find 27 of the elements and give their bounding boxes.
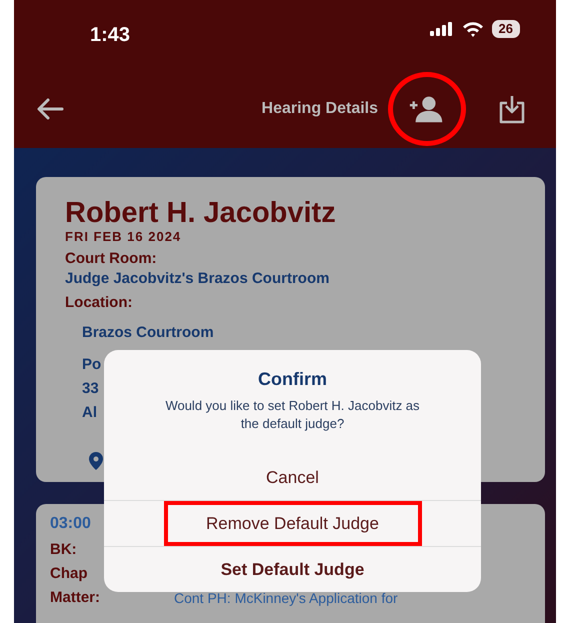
dialog-action[interactable]: Set Default Judge	[104, 547, 481, 592]
hearing-time: 03:00	[50, 515, 91, 532]
field-label: Chap	[50, 564, 88, 584]
wifi-icon	[462, 21, 484, 37]
field-value: Judge Jacobvitz's Brazos Courtroom	[65, 269, 330, 289]
download-icon[interactable]	[498, 94, 526, 124]
back-arrow-icon[interactable]	[36, 98, 64, 120]
field-value: Cont PH: McKinney's Application for	[174, 589, 398, 608]
field-label: Location:	[65, 293, 134, 313]
address-line: Brazos Courtroom	[82, 324, 214, 341]
address-line: Al	[82, 404, 97, 421]
location-pin-icon	[89, 452, 103, 470]
dialog-action[interactable]: Cancel	[104, 455, 481, 500]
field-label: Matter:	[50, 588, 102, 608]
dialog-title: Confirm	[257, 368, 328, 391]
battery-level: 26	[492, 20, 520, 38]
address-line: 33	[82, 380, 99, 397]
dialog-action[interactable]: Remove Default Judge	[164, 501, 422, 546]
address-line: Po	[82, 356, 102, 373]
field-label: BK:	[50, 540, 78, 560]
field-label: Court Room:	[65, 249, 158, 269]
clock-time: 1:43	[90, 23, 130, 48]
hearing-date: FRI FEB 16 2024	[65, 229, 182, 245]
judge-name: Robert H. Jacobvitz	[65, 197, 337, 229]
dialog-message: Would you like to set Robert H. Jacobvitz as the default judge?	[164, 397, 421, 433]
screen-title: Hearing Details	[262, 99, 378, 119]
signal-icon	[430, 22, 454, 36]
